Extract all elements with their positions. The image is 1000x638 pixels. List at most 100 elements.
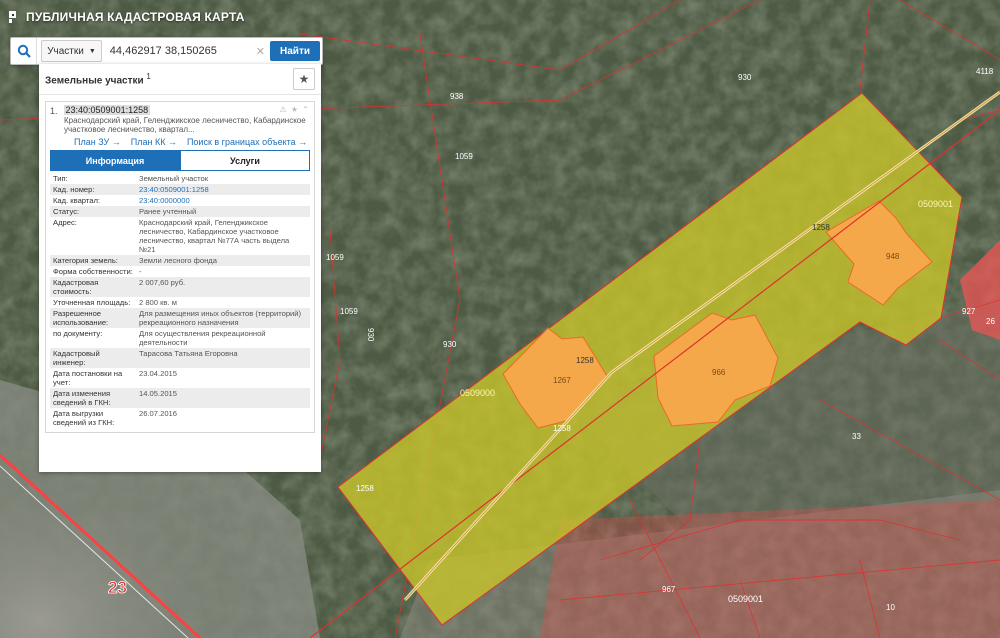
info-value: 23.04.2015 <box>139 369 178 378</box>
map-label-1267: 1267 <box>553 376 571 385</box>
info-value: 2 800 кв. м <box>139 298 177 307</box>
results-panel: Земельные участки 1 ★ 1. 23:40:0509001:1… <box>39 64 321 472</box>
info-row: Кад. квартал: 23:40:0000000 <box>50 195 310 206</box>
info-key: Дата изменения сведений в ГКН: <box>53 389 111 407</box>
panel-header: Земельные участки 1 ★ <box>39 64 321 95</box>
info-key: Дата постановки на учет: <box>53 369 123 387</box>
info-value: Тарасова Татьяна Егоровна <box>139 349 238 358</box>
brand[interactable]: ПУБЛИЧНАЯ КАДАСТРОВАЯ КАРТА <box>8 10 245 24</box>
chevron-down-icon: ▼ <box>88 47 96 55</box>
app-title: ПУБЛИЧНАЯ КАДАСТРОВАЯ КАРТА <box>26 10 245 24</box>
settlement-zone <box>540 500 1000 638</box>
info-value: - <box>139 267 142 276</box>
link-plan-zu[interactable]: План ЗУ → <box>74 137 121 147</box>
info-row: по документу: Для осуществления рекреацио… <box>50 328 310 348</box>
info-key: Категория земель: <box>53 256 118 265</box>
result-tabs: Информация Услуги <box>50 150 310 171</box>
info-value[interactable]: 23:40:0000000 <box>136 195 310 206</box>
result-card[interactable]: 1. 23:40:0509001:1258 ⚠ ★ ⌃ Краснодарски… <box>45 101 315 433</box>
map-label-quarter-c: 0509001 <box>728 594 763 604</box>
info-row: Дата изменения сведений в ГКН: 14.05.2015 <box>50 388 310 408</box>
search-icon[interactable] <box>11 38 38 64</box>
panel-title-text: Земельные участки <box>45 75 144 87</box>
map-label-quarter-a: 0509001 <box>918 199 953 209</box>
info-value: 26.07.2016 <box>139 409 178 418</box>
info-key: Статус: <box>53 207 80 216</box>
map-label-quarter-b: 0509000 <box>460 388 495 398</box>
info-row: Кадастровая стоимость: 2 007,60 руб. <box>50 277 310 297</box>
map-label-1059c: 1059 <box>340 307 358 316</box>
map-label-1059a: 1059 <box>455 152 473 161</box>
info-key: Кад. номер: <box>53 185 95 194</box>
map-label-1258d: 1258 <box>576 356 594 365</box>
info-key: Форма собственности: <box>53 267 133 276</box>
map-label-930b: 930 <box>443 340 457 349</box>
map-label-1258a: 1258 <box>812 223 830 232</box>
logo-icon <box>9 11 16 23</box>
info-value: 14.05.2015 <box>139 389 178 398</box>
info-key: Кадастровый инженер: <box>53 349 100 367</box>
info-key: Тип: <box>53 174 68 183</box>
info-row: Уточненная площадь: 2 800 кв. м <box>50 297 310 308</box>
info-key: Адрес: <box>53 218 77 227</box>
info-row: Категория земель: Земли лесного фонда <box>50 255 310 266</box>
result-address: Краснодарский край, Геленджикское леснич… <box>64 116 306 134</box>
map-label-26: 26 <box>986 317 995 326</box>
info-row: Статус: Ранее учтенный <box>50 206 310 217</box>
map-label-966: 966 <box>712 368 726 377</box>
search-type-select[interactable]: Участки ▼ <box>41 40 102 62</box>
tab-information[interactable]: Информация <box>50 150 180 171</box>
map-label-1059b: 1059 <box>326 253 344 262</box>
info-key: по документу: <box>53 329 103 338</box>
panel-title: Земельные участки 1 <box>45 72 151 86</box>
map-label-1258b: 1258 <box>553 424 571 433</box>
map-label-927: 927 <box>962 307 976 316</box>
info-row: Разрешенное использование: Для размещения… <box>50 308 310 328</box>
map-label-967: 967 <box>662 585 676 594</box>
search-type-label: Участки <box>47 45 84 57</box>
info-value: Земельный участок <box>139 174 209 183</box>
map-label-10: 10 <box>886 603 895 612</box>
map-label-1258c: 1258 <box>356 484 374 493</box>
top-bar: ПУБЛИЧНАЯ КАДАСТРОВАЯ КАРТА <box>0 0 1000 34</box>
info-value: Земли лесного фонда <box>139 256 217 265</box>
info-value: Ранее учтенный <box>139 207 197 216</box>
map-label-930a: 930 <box>738 73 752 82</box>
link-plan-kk[interactable]: План КК → <box>131 137 177 147</box>
cadastral-number[interactable]: 23:40:0509001:1258 <box>63 105 151 115</box>
info-row: Дата постановки на учет: 23.04.2015 <box>50 368 310 388</box>
card-action-icons[interactable]: ⚠ ★ ⌃ <box>280 105 311 114</box>
search-input[interactable] <box>105 41 256 61</box>
info-value: Для осуществления рекреационной деятельн… <box>139 329 266 347</box>
tab-services[interactable]: Услуги <box>180 150 310 171</box>
info-key: Разрешенное использование: <box>53 309 109 327</box>
info-table: Тип: Земельный участок Кад. номер: 23:40:05… <box>50 173 310 428</box>
info-key: Кад. квартал: <box>53 196 101 205</box>
road-number-label: 23 <box>108 578 127 597</box>
favorite-star-icon[interactable]: ★ <box>293 68 315 90</box>
map-label-948: 948 <box>886 252 900 261</box>
info-value[interactable]: 23:40:0509001:1258 <box>136 184 310 195</box>
link-search-in-bounds[interactable]: Поиск в границах объекта → <box>187 137 307 147</box>
find-button[interactable]: Найти <box>270 41 320 61</box>
map-label-33: 33 <box>852 432 861 441</box>
map-label-4118: 4118 <box>976 67 994 76</box>
result-index: 1. <box>50 106 58 116</box>
result-links: План ЗУ → План КК → Поиск в границах объ… <box>74 137 310 147</box>
info-key: Уточненная площадь: <box>53 298 131 307</box>
info-row: Кадастровый инженер: Тарасова Татьяна Его… <box>50 348 310 368</box>
clear-icon[interactable]: ✕ <box>256 45 265 58</box>
info-row: Адрес: Краснодарский край, Геленджикское … <box>50 217 310 255</box>
info-value: Для размещения иных объектов (территорий… <box>139 309 302 327</box>
search-bar: Участки ▼ ✕ Найти <box>10 37 323 65</box>
map-label-938: 938 <box>450 92 464 101</box>
result-count: 1 <box>146 71 151 81</box>
info-value: Краснодарский край, Геленджикское леснич… <box>139 218 290 254</box>
info-key: Кадастровая стоимость: <box>53 278 99 296</box>
info-row: Дата выгрузки сведений из ГКН: 26.07.2016 <box>50 408 310 428</box>
info-key: Дата выгрузки сведений из ГКН: <box>53 409 115 427</box>
info-row: Форма собственности: - <box>50 266 310 277</box>
map-label-930c: 930 <box>366 328 375 342</box>
info-row: Тип: Земельный участок <box>50 173 310 184</box>
info-value: 2 007,60 руб. <box>139 278 186 287</box>
